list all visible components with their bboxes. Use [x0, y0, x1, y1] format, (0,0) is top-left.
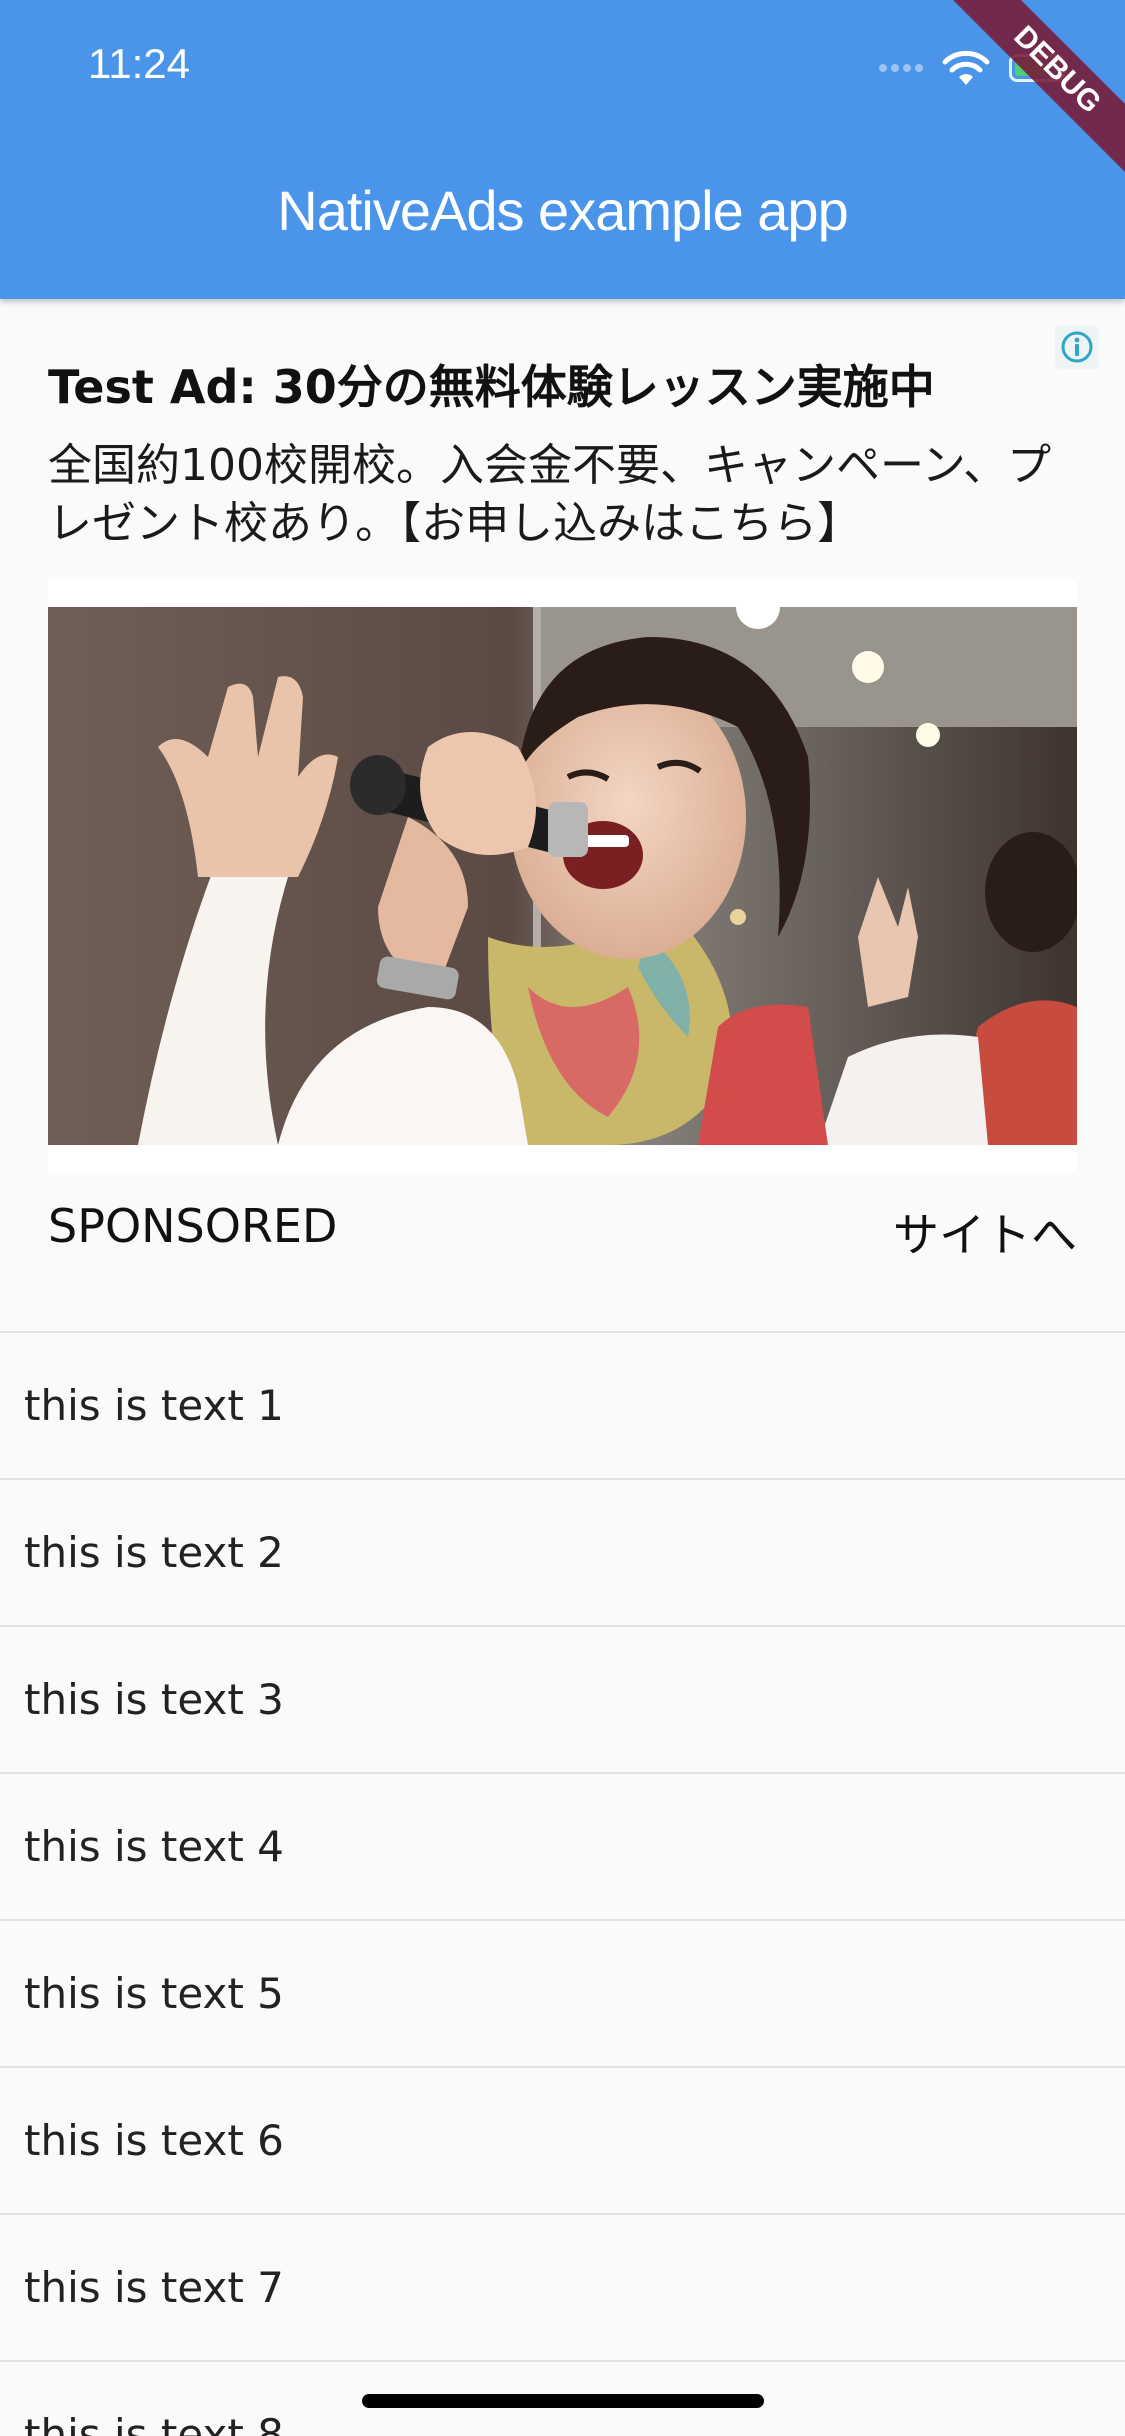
ad-photo-singer — [48, 607, 1077, 1145]
list-item[interactable]: this is text 6 — [0, 2068, 1125, 2215]
wifi-icon — [942, 50, 990, 85]
status-icons — [879, 48, 1065, 88]
ad-body[interactable]: 全国約100校開校。入会金不要、キャンペーン、プレゼント校あり。【お申し込みはこ… — [48, 437, 1058, 553]
ad-cta-button[interactable]: サイトへ — [893, 1199, 1077, 1265]
native-ad[interactable]: Test Ad: 30分の無料体験レッスン実施中 全国約100校開校。入会金不要… — [0, 299, 1125, 1331]
list-item[interactable]: this is text 1 — [0, 1333, 1125, 1480]
ad-choices-info-icon[interactable] — [1055, 325, 1099, 369]
list-item[interactable]: this is text 4 — [0, 1774, 1125, 1921]
list-item[interactable]: this is text 7 — [0, 2215, 1125, 2362]
list-item[interactable]: this is text 2 — [0, 1480, 1125, 1627]
ad-image[interactable] — [48, 607, 1077, 1145]
screen: 11:24 NativeAds example app DEBUG Test A… — [0, 0, 1125, 2436]
home-indicator[interactable] — [362, 2394, 764, 2408]
list-item[interactable]: this is text 5 — [0, 1921, 1125, 2068]
info-icon — [1061, 331, 1093, 363]
app-bar-title: NativeAds example app — [277, 179, 848, 242]
status-time: 11:24 — [88, 40, 190, 87]
app-bar: 11:24 NativeAds example app — [0, 0, 1125, 299]
cellular-signal-icon — [879, 64, 923, 72]
battery-icon — [1009, 54, 1065, 82]
list-item[interactable]: this is text 3 — [0, 1627, 1125, 1774]
ad-sponsored-label: SPONSORED — [48, 1199, 338, 1253]
text-list: this is text 1 this is text 2 this is te… — [0, 1331, 1125, 2436]
ad-headline[interactable]: Test Ad: 30分の無料体験レッスン実施中 — [48, 351, 1048, 417]
ad-media[interactable] — [48, 579, 1077, 1173]
